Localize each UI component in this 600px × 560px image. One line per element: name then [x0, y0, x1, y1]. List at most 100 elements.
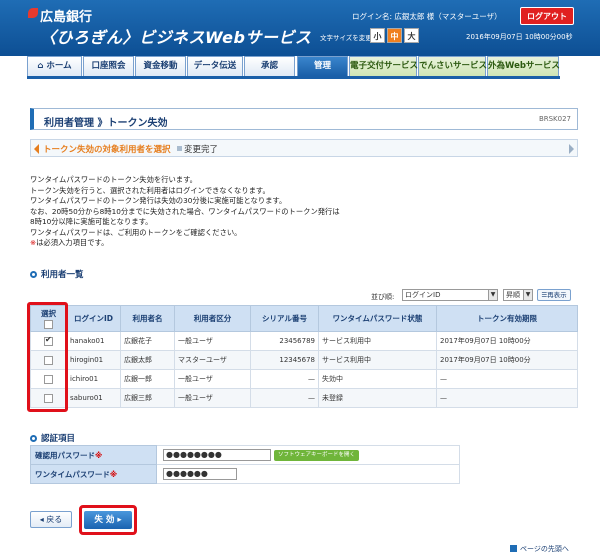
confirm-pw-label-text: 確認用パスワード: [35, 450, 95, 460]
tab-home[interactable]: ⌂ ホーム: [27, 56, 82, 76]
chevron-right-icon: ▸: [117, 515, 122, 525]
auth-row: 確認用パスワード※ ●●●●●●●● ソフトウェアキーボードを開く: [30, 445, 460, 465]
col-login-id: ログインID: [66, 305, 121, 332]
cell-login-id: ichiro01: [66, 369, 121, 389]
software-keyboard-button[interactable]: ソフトウェアキーボードを開く: [274, 449, 360, 461]
step-indicator: トークン失効の対象利用者を選択 変更完了: [30, 139, 578, 157]
otp-field[interactable]: ●●●●●●: [163, 468, 237, 480]
chevron-down-icon: ▼: [523, 290, 532, 300]
auth-heading: 認証項目: [30, 432, 75, 444]
fontsize-large-button[interactable]: 大: [404, 28, 419, 43]
page-top-link[interactable]: ページの先頭へ: [510, 544, 569, 554]
cell-expiry: 2017年09月07日 10時00分: [436, 350, 578, 370]
chevron-down-icon: ▼: [488, 290, 497, 300]
row-checkbox[interactable]: [44, 355, 53, 365]
expire-label: 失 効: [94, 515, 115, 525]
row-select-cell: [30, 350, 67, 370]
tab-fund-transfer[interactable]: 資金移動: [135, 56, 186, 76]
col-user-name: 利用者名: [120, 305, 175, 332]
auth-heading-text: 認証項目: [41, 434, 76, 444]
user-list-heading: 利用者一覧: [30, 268, 84, 280]
desc-line: ※は必須入力項目です。: [30, 238, 340, 249]
page-top-label: ページの先頭へ: [520, 545, 569, 553]
otp-label-text: ワンタイムパスワード: [35, 469, 110, 479]
cell-otp-status: サービス利用中: [318, 331, 437, 351]
logout-button[interactable]: ログアウト: [520, 7, 574, 25]
col-otp-status: ワンタイムパスワード状態: [318, 305, 437, 332]
step-current: トークン失効の対象利用者を選択: [43, 145, 171, 155]
auth-row: ワンタイムパスワード※ ●●●●●●: [30, 464, 460, 484]
arrow-up-icon: [510, 545, 517, 552]
cell-user-type: 一般ユーザ: [174, 388, 251, 408]
cell-user-type: マスターユーザ: [174, 350, 251, 370]
tab-account-inquiry[interactable]: 口座照会: [83, 56, 134, 76]
cell-user-name: 広銀花子: [120, 331, 175, 351]
page-title: 利用者管理 》トークン失効: [44, 118, 168, 129]
chevron-left-icon: ◂: [39, 515, 44, 524]
otp-label: ワンタイムパスワード※: [30, 464, 157, 484]
row-select-cell: [30, 369, 67, 389]
desc-line: ワンタイムパスワードのトークン失効を行います。: [30, 175, 197, 184]
sort-order-select[interactable]: 昇順 ▼: [503, 289, 533, 301]
main-nav: ⌂ ホーム 口座照会 資金移動 データ伝送 承認 管理 電子交付サービス でんさ…: [27, 56, 560, 76]
table-row: hirogin01 広銀太郎 マスターユーザ 12345678 サービス利用中 …: [30, 350, 578, 370]
resort-button[interactable]: ☰再表示: [537, 289, 571, 301]
row-checkbox[interactable]: [44, 374, 53, 384]
service-name: 〈ひろぎん〉ビジネスWebサービス: [40, 28, 312, 47]
expire-button[interactable]: 失 効 ▸: [84, 511, 132, 529]
tab-densai[interactable]: でんさいサービス: [418, 56, 487, 76]
cell-expiry: —: [436, 369, 578, 389]
table-row: saburo01 広銀三郎 一般ユーザ — 未登録 —: [30, 388, 578, 408]
tab-e-delivery[interactable]: 電子交付サービス: [349, 56, 418, 76]
sort-field-select[interactable]: ログインID ▼: [402, 289, 498, 301]
cell-user-type: 一般ユーザ: [174, 331, 251, 351]
sort-field-value: ログインID: [405, 291, 441, 299]
row-select-cell: [30, 331, 67, 351]
select-all-checkbox[interactable]: [44, 319, 53, 329]
step-separator-icon: [177, 146, 182, 151]
page-title-box: 利用者管理 》トークン失効 BRSK027: [30, 108, 578, 130]
step-left-arrow-icon: [34, 144, 39, 154]
resort-label: 再表示: [547, 291, 567, 299]
cell-expiry: 2017年09月07日 10時00分: [436, 331, 578, 351]
tab-approval[interactable]: 承認: [244, 56, 295, 76]
row-checkbox[interactable]: [44, 335, 53, 346]
desc-line: 8時10分以降に実施可能となります。: [30, 217, 153, 226]
nav-underline: [27, 76, 560, 79]
tab-data-transfer[interactable]: データ伝送: [187, 56, 243, 76]
desc-line: トークン失効を行うと、選択された利用者はログインできなくなります。: [30, 185, 270, 195]
user-table: 選択 ログインID 利用者名 利用者区分 シリアル番号 ワンタイムパスワード状態…: [30, 305, 578, 408]
back-label: 戻る: [46, 515, 63, 524]
tab-management[interactable]: 管理: [297, 56, 348, 76]
section-bullet-icon: [30, 271, 37, 278]
cell-expiry: —: [436, 388, 578, 408]
bank-logo-icon: [28, 8, 38, 18]
required-mark: ※: [109, 469, 118, 479]
back-button[interactable]: ◂ 戻る: [30, 511, 72, 528]
tab-forex[interactable]: 外為Webサービス: [487, 56, 560, 76]
confirm-password-field[interactable]: ●●●●●●●●: [163, 449, 271, 461]
cell-login-id: saburo01: [66, 388, 121, 408]
desc-line: ワンタイムパスワードのトークン発行は失効の30分後に実施可能となります。: [30, 196, 287, 205]
col-expiry: トークン有効期限: [436, 305, 578, 332]
bank-name: 広島銀行: [40, 10, 93, 25]
sort-label: 並び順:: [371, 293, 395, 301]
row-checkbox[interactable]: [44, 393, 53, 403]
otp-cell: ●●●●●●: [156, 464, 460, 484]
fontsize-small-button[interactable]: 小: [370, 28, 385, 43]
cell-otp-status: サービス利用中: [318, 350, 437, 370]
confirm-pw-cell: ●●●●●●●● ソフトウェアキーボードを開く: [156, 445, 460, 465]
cell-user-name: 広銀三郎: [120, 388, 175, 408]
cell-serial: 12345678: [250, 350, 319, 370]
col-select: 選択: [30, 305, 67, 332]
tab-home-label: ホーム: [46, 61, 72, 71]
table-header-row: 選択 ログインID 利用者名 利用者区分 シリアル番号 ワンタイムパスワード状態…: [30, 305, 578, 332]
description: ワンタイムパスワードのトークン失効を行います。 トークン失効を行うと、選択された…: [30, 175, 340, 249]
col-serial: シリアル番号: [250, 305, 319, 332]
table-row: ichiro01 広銀一郎 一般ユーザ — 失効中 —: [30, 369, 578, 389]
fontsize-mid-button[interactable]: 中: [387, 28, 402, 43]
col-select-label: 選択: [41, 309, 56, 319]
section-bullet-icon: [30, 435, 37, 442]
sort-order-value: 昇順: [506, 291, 520, 299]
step-right-arrow-icon: [569, 144, 574, 154]
